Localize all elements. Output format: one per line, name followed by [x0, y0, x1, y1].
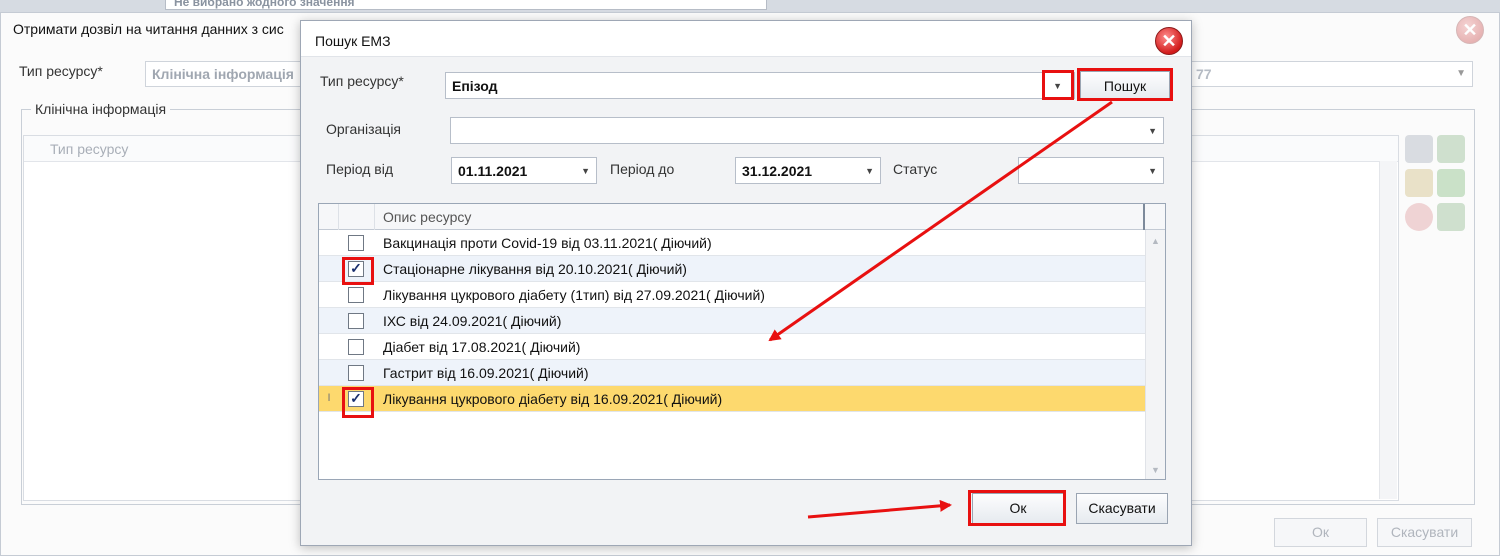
- annotation-arrows: [768, 100, 1113, 519]
- arrow-search-to-grid: [768, 100, 1113, 342]
- arrow-to-ok-button: [807, 499, 952, 519]
